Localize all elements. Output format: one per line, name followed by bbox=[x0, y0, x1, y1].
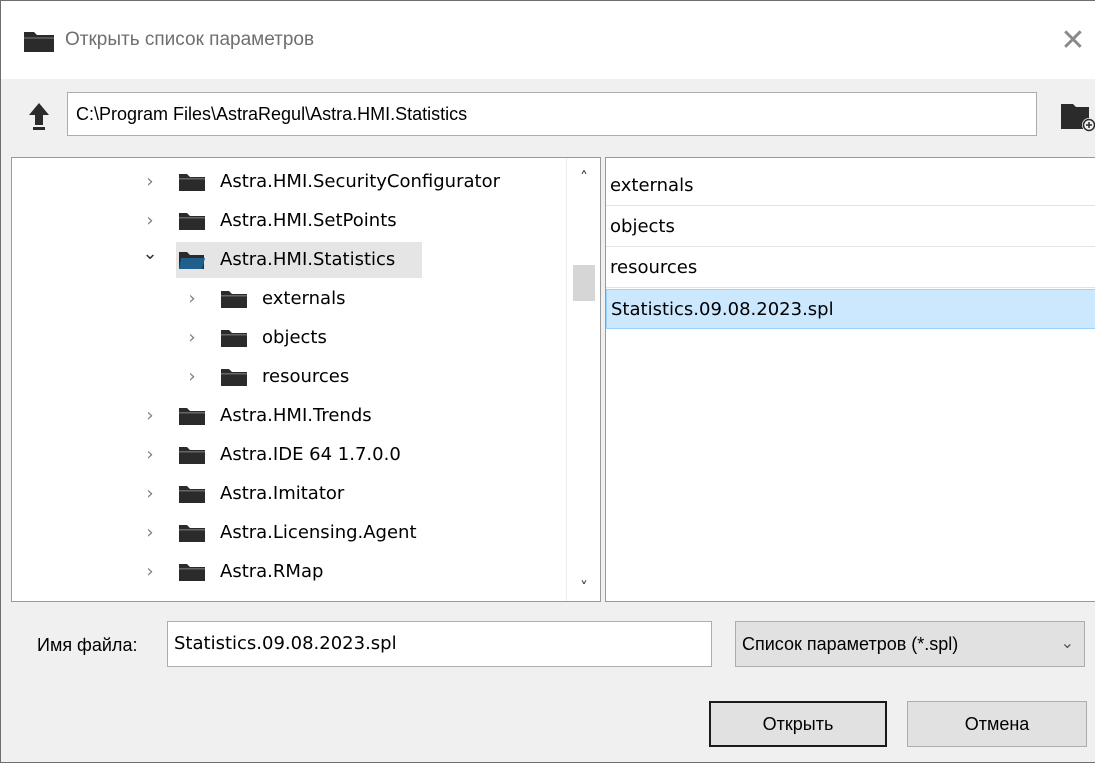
folder-icon bbox=[221, 369, 247, 386]
open-button[interactable]: Открыть bbox=[709, 701, 887, 747]
file-list-item[interactable]: objects bbox=[606, 207, 1095, 247]
folder-icon bbox=[179, 408, 205, 425]
tree-item[interactable]: › Astra.HMI.SetPoints bbox=[12, 203, 567, 239]
tree-item[interactable]: › objects bbox=[12, 320, 567, 356]
tree-item[interactable]: ⌄ Astra.HMI.Statistics bbox=[12, 242, 567, 278]
chevron-down-icon[interactable]: ⌄ bbox=[142, 236, 158, 272]
open-parameter-list-dialog: Открыть список параметров ✕ C:\Program F… bbox=[0, 0, 1095, 763]
folder-icon bbox=[179, 486, 205, 503]
chevron-right-icon[interactable]: › bbox=[142, 203, 158, 239]
chevron-right-icon[interactable]: › bbox=[142, 554, 158, 590]
chevron-right-icon[interactable]: › bbox=[184, 281, 200, 317]
tree-scrollbar[interactable]: ˄ ˅ bbox=[566, 158, 600, 601]
tree-item-label: Astra.HMI.Statistics bbox=[220, 249, 396, 270]
tree-item[interactable]: › Astra.HMI.SecurityConfigurator bbox=[12, 164, 567, 200]
folder-tree[interactable]: › Astra.HMI.SecurityConfigurator › Astra.HM… bbox=[11, 157, 601, 602]
tree-item[interactable]: › externals bbox=[12, 281, 567, 317]
filename-label: Имя файла: bbox=[37, 635, 138, 655]
tree-item-label: Astra.HMI.SetPoints bbox=[220, 210, 397, 231]
path-field[interactable]: C:\Program Files\AstraRegul\Astra.HMI.St… bbox=[67, 92, 1037, 136]
folder-icon bbox=[221, 291, 247, 308]
filename-input[interactable]: Statistics.09.08.2023.spl bbox=[167, 621, 712, 667]
chevron-right-icon[interactable]: › bbox=[142, 164, 158, 200]
chevron-right-icon[interactable]: › bbox=[184, 359, 200, 395]
folder-icon bbox=[23, 29, 55, 57]
tree-item[interactable]: › Astra.IDE 64 1.7.0.0 bbox=[12, 437, 567, 473]
file-list-item[interactable]: externals bbox=[606, 166, 1095, 206]
close-button[interactable]: ✕ bbox=[1053, 21, 1093, 61]
file-list[interactable]: externals objects resources Statistics.09.0… bbox=[605, 157, 1095, 602]
chevron-right-icon[interactable]: › bbox=[142, 437, 158, 473]
new-folder-icon[interactable] bbox=[1059, 99, 1095, 133]
up-arrow-icon[interactable] bbox=[27, 101, 51, 133]
folder-icon bbox=[179, 564, 205, 581]
tree-item-label: Astra.IDE 64 1.7.0.0 bbox=[220, 444, 401, 465]
tree-item-label: Astra.Imitator bbox=[220, 483, 345, 504]
tree-item[interactable]: › Astra.HMI.Trends bbox=[12, 398, 567, 434]
tree-item[interactable]: › Astra.RMap bbox=[12, 554, 567, 590]
cancel-button[interactable]: Отмена bbox=[907, 701, 1087, 747]
folder-icon bbox=[179, 447, 205, 464]
scroll-down-icon[interactable]: ˅ bbox=[567, 578, 600, 597]
tree-item[interactable]: › Astra.Imitator bbox=[12, 476, 567, 512]
tree-item[interactable]: › Astra.Licensing.Agent bbox=[12, 515, 567, 551]
chevron-right-icon[interactable]: › bbox=[142, 476, 158, 512]
file-list-item[interactable]: resources bbox=[606, 248, 1095, 288]
scroll-thumb[interactable] bbox=[573, 265, 595, 301]
chevron-right-icon[interactable]: › bbox=[142, 398, 158, 434]
chevron-down-icon: ⌄ bbox=[1060, 635, 1074, 652]
file-type-select[interactable]: Список параметров (*.spl) ⌄ bbox=[735, 621, 1085, 667]
tree-item-label: Astra.HMI.SecurityConfigurator bbox=[220, 171, 500, 192]
chevron-right-icon[interactable]: › bbox=[184, 320, 200, 356]
folder-icon bbox=[221, 330, 247, 347]
file-type-value: Список параметров (*.spl) bbox=[742, 634, 959, 654]
chevron-right-icon[interactable]: › bbox=[142, 515, 158, 551]
folder-icon bbox=[179, 174, 205, 191]
tree-item-label: externals bbox=[262, 288, 346, 309]
window-title: Открыть список параметров bbox=[65, 29, 315, 50]
tree-item-label: resources bbox=[262, 366, 350, 387]
title-bar: Открыть список параметров ✕ bbox=[1, 1, 1095, 79]
tree-item[interactable]: › resources bbox=[12, 359, 567, 395]
open-folder-icon bbox=[179, 252, 205, 269]
tree-item-label: Astra.HMI.Trends bbox=[220, 405, 372, 426]
folder-icon bbox=[179, 213, 205, 230]
scroll-up-icon[interactable]: ˄ bbox=[567, 168, 600, 187]
tree-item-label: objects bbox=[262, 327, 327, 348]
tree-item-label: Astra.RMap bbox=[220, 561, 324, 582]
tree-item-label: Astra.Licensing.Agent bbox=[220, 522, 417, 543]
folder-icon bbox=[179, 525, 205, 542]
file-list-item[interactable]: Statistics.09.08.2023.spl bbox=[606, 289, 1095, 329]
